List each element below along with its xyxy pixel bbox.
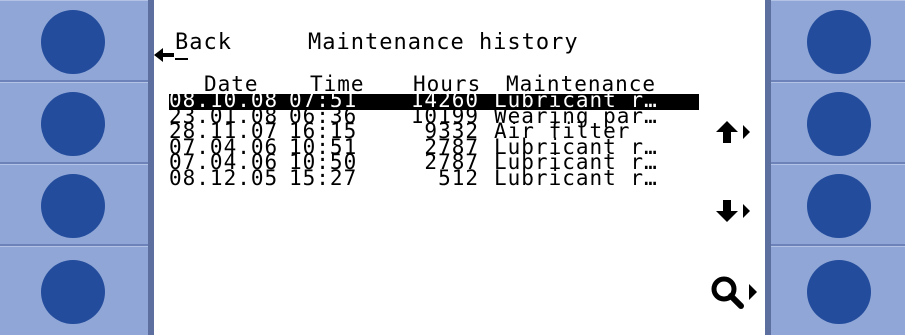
back-underline	[175, 58, 188, 60]
up-arrow-icon[interactable]	[716, 121, 752, 143]
right-softkey-1[interactable]	[771, 0, 905, 82]
screen-bezel-right	[765, 0, 771, 335]
right-button-panel	[771, 0, 905, 335]
left-softkey-4[interactable]	[0, 246, 148, 335]
cell-hours: 512	[438, 166, 479, 190]
right-button-2[interactable]	[807, 92, 871, 156]
cell-maintenance: Lubricant r…	[494, 166, 658, 190]
table-row[interactable]: 08.12.05 15:27 512 Lubricant r…	[169, 166, 699, 190]
right-softkey-2[interactable]	[771, 82, 905, 164]
left-button-panel	[0, 0, 148, 335]
back-arrow-icon	[154, 48, 174, 62]
left-button-1[interactable]	[41, 10, 105, 74]
page-title: Maintenance history	[308, 30, 579, 55]
left-button-2[interactable]	[41, 92, 105, 156]
right-softkey-4[interactable]	[771, 246, 905, 335]
cell-time: 15:27	[289, 166, 358, 190]
left-softkey-1[interactable]	[0, 0, 148, 82]
magnifier-icon[interactable]	[710, 275, 760, 309]
down-arrow-icon[interactable]	[716, 200, 752, 222]
right-softkey-3[interactable]	[771, 164, 905, 246]
lcd-screen: Back Maintenance history Date Time Hours…	[154, 0, 765, 335]
left-button-3[interactable]	[41, 174, 105, 238]
right-button-4[interactable]	[807, 260, 871, 324]
left-softkey-2[interactable]	[0, 82, 148, 164]
left-softkey-3[interactable]	[0, 164, 148, 246]
cell-date: 08.12.05	[169, 166, 279, 190]
right-button-1[interactable]	[807, 10, 871, 74]
right-button-3[interactable]	[807, 174, 871, 238]
left-button-4[interactable]	[41, 260, 105, 324]
back-button[interactable]: Back	[175, 30, 232, 55]
